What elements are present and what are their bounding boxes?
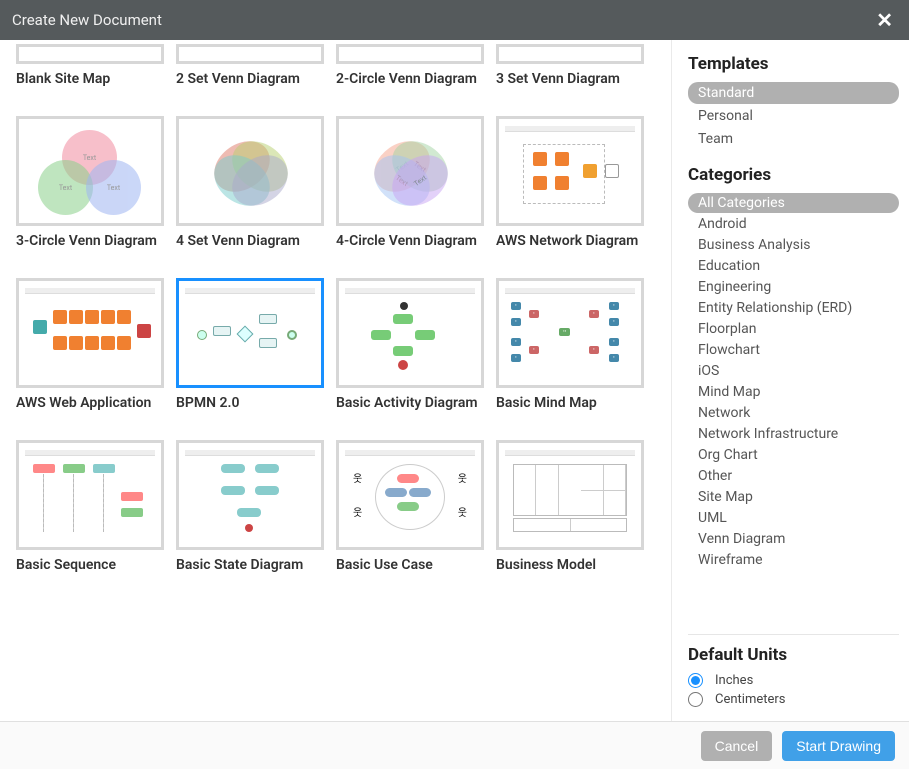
- template-label: Blank Site Map: [16, 70, 164, 108]
- template-label: 3-Circle Venn Diagram: [16, 232, 164, 270]
- category-other[interactable]: Other: [688, 466, 899, 486]
- template-thumbnail: ••••••••••••••: [496, 278, 644, 388]
- template-label: AWS Web Application: [16, 394, 164, 432]
- template-card-2-circle-venn[interactable]: 2-Circle Venn Diagram: [336, 44, 484, 108]
- template-thumbnail: TextTextTextText: [336, 116, 484, 226]
- template-label: 4-Circle Venn Diagram: [336, 232, 484, 270]
- unit-radio[interactable]: [688, 692, 703, 707]
- template-thumbnail: [176, 440, 324, 550]
- category-network-infrastructure[interactable]: Network Infrastructure: [688, 424, 899, 444]
- category-wireframe[interactable]: Wireframe: [688, 550, 899, 570]
- template-thumbnail: [176, 278, 324, 388]
- sidebar: Templates StandardPersonalTeam Categorie…: [671, 40, 909, 721]
- template-thumbnail: [16, 278, 164, 388]
- template-card-bpmn-20[interactable]: BPMN 2.0: [176, 278, 324, 432]
- category-venn-diagram[interactable]: Venn Diagram: [688, 529, 899, 549]
- template-thumbnail: TextTextText: [16, 116, 164, 226]
- template-card-business-model[interactable]: Business Model: [496, 440, 644, 594]
- dialog-titlebar: Create New Document ✕: [0, 0, 909, 40]
- template-label: Business Model: [496, 556, 644, 594]
- template-thumbnail: [16, 44, 164, 64]
- template-card-basic-mind-map[interactable]: •••••••••••••• Basic Mind Map: [496, 278, 644, 432]
- template-label: BPMN 2.0: [176, 394, 324, 432]
- template-label: 3 Set Venn Diagram: [496, 70, 644, 108]
- category-floorplan[interactable]: Floorplan: [688, 319, 899, 339]
- template-thumbnail: [176, 116, 324, 226]
- template-card-basic-sequence[interactable]: Basic Sequence: [16, 440, 164, 594]
- category-site-map[interactable]: Site Map: [688, 487, 899, 507]
- category-uml[interactable]: UML: [688, 508, 899, 528]
- template-label: Basic Sequence: [16, 556, 164, 594]
- category-mind-map[interactable]: Mind Map: [688, 382, 899, 402]
- template-card-3-circle-venn[interactable]: TextTextText 3-Circle Venn Diagram: [16, 116, 164, 270]
- template-thumbnail: 웃웃웃웃: [336, 440, 484, 550]
- template-group-team[interactable]: Team: [688, 128, 899, 150]
- template-card-4-set-venn[interactable]: 4 Set Venn Diagram: [176, 116, 324, 270]
- template-label: Basic State Diagram: [176, 556, 324, 594]
- template-card-basic-activity[interactable]: Basic Activity Diagram: [336, 278, 484, 432]
- template-label: Basic Activity Diagram: [336, 394, 484, 432]
- dialog-title: Create New Document: [12, 11, 872, 29]
- start-drawing-button[interactable]: Start Drawing: [782, 731, 895, 761]
- template-thumbnail: [176, 44, 324, 64]
- template-label: Basic Use Case: [336, 556, 484, 594]
- template-card-aws-web-app[interactable]: AWS Web Application: [16, 278, 164, 432]
- dialog-footer: Cancel Start Drawing: [0, 721, 909, 769]
- unit-label: Inches: [715, 673, 753, 688]
- category-ios[interactable]: iOS: [688, 361, 899, 381]
- template-card-blank-site-map[interactable]: Blank Site Map: [16, 44, 164, 108]
- template-label: 2-Circle Venn Diagram: [336, 70, 484, 108]
- template-group-standard[interactable]: Standard: [688, 82, 899, 104]
- unit-radio[interactable]: [688, 673, 703, 688]
- create-document-dialog: Create New Document ✕ Blank Site Map 2 Se…: [0, 0, 909, 769]
- template-label: AWS Network Diagram: [496, 232, 644, 270]
- templates-group: Templates StandardPersonalTeam: [688, 54, 899, 151]
- category-flowchart[interactable]: Flowchart: [688, 340, 899, 360]
- category-engineering[interactable]: Engineering: [688, 277, 899, 297]
- template-label: 2 Set Venn Diagram: [176, 70, 324, 108]
- template-card-2-set-venn[interactable]: 2 Set Venn Diagram: [176, 44, 324, 108]
- category-org-chart[interactable]: Org Chart: [688, 445, 899, 465]
- template-thumbnail: [496, 44, 644, 64]
- templates-heading: Templates: [688, 54, 899, 74]
- template-thumbnail: [496, 116, 644, 226]
- unit-option-inches[interactable]: Inches: [688, 673, 899, 688]
- default-units-heading: Default Units: [688, 645, 899, 665]
- categories-heading: Categories: [688, 165, 899, 185]
- category-entity-relationship-erd-[interactable]: Entity Relationship (ERD): [688, 298, 899, 318]
- default-units-group: Default Units Inches Centimeters: [688, 634, 899, 711]
- template-gallery[interactable]: Blank Site Map 2 Set Venn Diagram 2-Circle…: [0, 40, 671, 721]
- template-card-3-set-venn[interactable]: 3 Set Venn Diagram: [496, 44, 644, 108]
- category-android[interactable]: Android: [688, 214, 899, 234]
- template-label: Basic Mind Map: [496, 394, 644, 432]
- category-education[interactable]: Education: [688, 256, 899, 276]
- template-thumbnail: [16, 440, 164, 550]
- category-network[interactable]: Network: [688, 403, 899, 423]
- close-icon[interactable]: ✕: [872, 8, 897, 32]
- unit-option-centimeters[interactable]: Centimeters: [688, 692, 899, 707]
- template-thumbnail: [496, 440, 644, 550]
- template-card-4-circle-venn[interactable]: TextTextTextText 4-Circle Venn Diagram: [336, 116, 484, 270]
- template-card-basic-use-case[interactable]: 웃웃웃웃 Basic Use Case: [336, 440, 484, 594]
- category-all-categories[interactable]: All Categories: [688, 193, 899, 213]
- unit-label: Centimeters: [715, 692, 786, 707]
- template-label: 4 Set Venn Diagram: [176, 232, 324, 270]
- template-thumbnail: [336, 278, 484, 388]
- category-business-analysis[interactable]: Business Analysis: [688, 235, 899, 255]
- template-thumbnail: [336, 44, 484, 64]
- template-card-aws-network[interactable]: AWS Network Diagram: [496, 116, 644, 270]
- cancel-button[interactable]: Cancel: [701, 731, 773, 761]
- template-group-personal[interactable]: Personal: [688, 105, 899, 127]
- dialog-body: Blank Site Map 2 Set Venn Diagram 2-Circle…: [0, 40, 909, 721]
- template-card-basic-state[interactable]: Basic State Diagram: [176, 440, 324, 594]
- categories-group: Categories All CategoriesAndroidBusiness…: [688, 165, 899, 571]
